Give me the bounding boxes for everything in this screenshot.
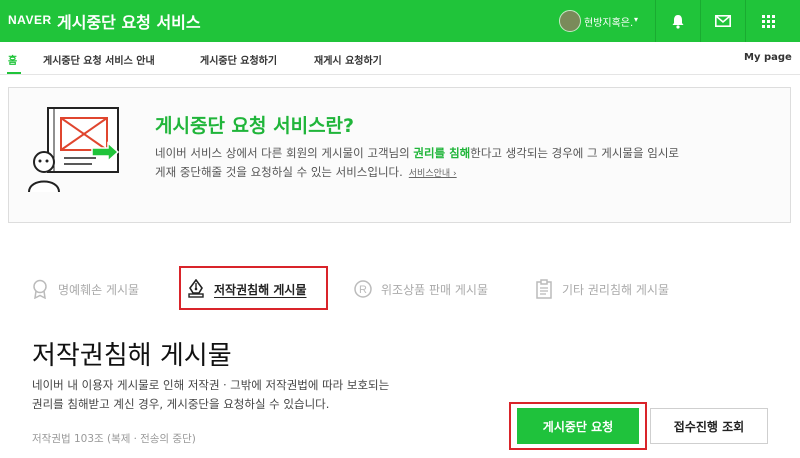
category-other[interactable]: 기타 권리침해 게시물 xyxy=(534,279,669,299)
notification-button[interactable] xyxy=(656,0,700,42)
svg-text:R: R xyxy=(359,284,367,296)
info-title: 게시중단 요청 서비스란? xyxy=(155,115,355,137)
page-title: 저작권침해 게시물 xyxy=(32,341,232,371)
registered-icon: R xyxy=(353,279,373,299)
category-defamation[interactable]: 명예훼손 게시물 xyxy=(30,279,139,299)
category-label: 기타 권리침해 게시물 xyxy=(562,282,669,297)
user-name[interactable]: 현방지혹은. xyxy=(584,14,633,29)
category-label: 저작권침해 게시물 xyxy=(214,282,307,297)
bell-icon xyxy=(672,14,684,29)
service-guide-link[interactable]: 서비스안내 › xyxy=(409,169,457,179)
info-text-1: 네이버 서비스 상에서 다른 회원의 게시물이 고객님의 xyxy=(155,146,414,160)
law-reference: 저작권법 103조 (복제ㆍ전송의 중단) xyxy=(32,433,196,445)
status-inquiry-button[interactable]: 접수진행 조회 xyxy=(650,408,768,444)
nav-request[interactable]: 게시중단 요청하기 xyxy=(200,52,277,67)
service-title[interactable]: 게시중단 요청 서비스 xyxy=(57,9,201,33)
avatar[interactable] xyxy=(559,10,581,32)
category-label: 명예훼손 게시물 xyxy=(58,282,140,297)
service-info-box: 게시중단 요청 서비스란? 네이버 서비스 상에서 다른 회원의 게시물이 고객… xyxy=(8,87,791,223)
category-counterfeit[interactable]: R 위조상품 판매 게시물 xyxy=(353,279,488,299)
nav-repost-request[interactable]: 재게시 요청하기 xyxy=(314,52,382,67)
caret-down-icon[interactable]: ▾ xyxy=(634,15,638,24)
report-illustration-icon xyxy=(28,107,120,193)
grid-icon xyxy=(761,14,775,28)
naver-logo[interactable]: NAVER xyxy=(8,13,52,27)
takedown-request-button[interactable]: 게시중단 요청 xyxy=(517,408,639,444)
apps-button[interactable] xyxy=(746,0,790,42)
top-bar: NAVER 게시중단 요청 서비스 현방지혹은. ▾ xyxy=(0,0,800,42)
nav-service-guide[interactable]: 게시중단 요청 서비스 안내 xyxy=(43,52,155,67)
desc-line-1: 네이버 내 이용자 게시물로 인해 저작권ㆍ그밖에 저작권법에 따라 보호되는 xyxy=(32,378,390,392)
clipboard-icon xyxy=(534,279,554,299)
info-highlight: 권리를 침해 xyxy=(413,146,471,160)
info-description: 네이버 서비스 상에서 다른 회원의 게시물이 고객님의 권리를 침해한다고 생… xyxy=(155,144,775,184)
category-label: 위조상품 판매 게시물 xyxy=(381,282,488,297)
main-nav: 홈 게시중단 요청 서비스 안내 게시중단 요청하기 재게시 요청하기 My p… xyxy=(0,42,800,75)
pen-nib-icon xyxy=(186,279,206,299)
nav-home[interactable]: 홈 xyxy=(8,52,17,67)
mail-button[interactable] xyxy=(701,0,745,42)
section-description: 네이버 내 이용자 게시물로 인해 저작권ㆍ그밖에 저작권법에 따라 보호되는 … xyxy=(32,376,492,414)
ribbon-icon xyxy=(30,279,50,299)
info-text-3: 게재 중단해줄 것을 요청하실 수 있는 서비스입니다. xyxy=(155,165,403,179)
active-tab-indicator xyxy=(7,72,21,74)
category-copyright[interactable]: 저작권침해 게시물 xyxy=(186,279,307,299)
mail-icon xyxy=(715,15,731,27)
desc-line-2: 권리를 침해받고 계신 경우, 게시중단을 요청하실 수 있습니다. xyxy=(32,397,330,411)
info-text-2: 한다고 생각되는 경우에 그 게시물을 임시로 xyxy=(470,146,679,160)
nav-mypage[interactable]: My page xyxy=(744,52,792,63)
